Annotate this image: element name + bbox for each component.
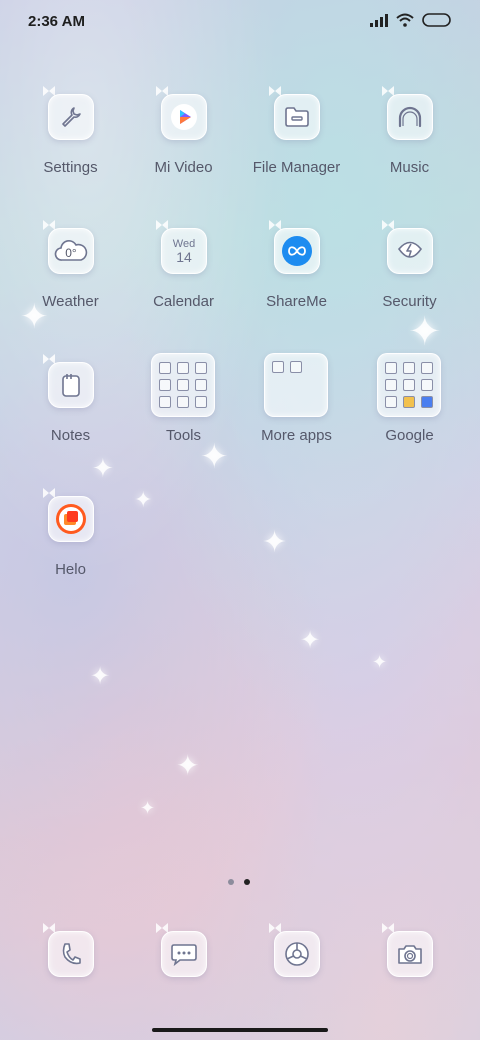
dock-messages[interactable] [127,922,240,992]
home-indicator[interactable] [152,1028,328,1032]
app-row: Notes Tools More apps Google [14,353,466,487]
app-shareme[interactable]: ShareMe [240,219,353,353]
app-settings[interactable]: Settings [14,85,127,219]
browser-icon [274,931,320,977]
helo-icon [48,496,94,542]
folder-more-apps[interactable]: More apps [240,353,353,487]
status-icons [370,12,452,32]
app-row: 0° Weather Wed 14 Calendar ShareMe Secur… [14,219,466,353]
folder-tools[interactable]: Tools [127,353,240,487]
sparkle-decoration: ✦ [90,662,111,690]
app-calendar[interactable]: Wed 14 Calendar [127,219,240,353]
app-notes[interactable]: Notes [14,353,127,487]
dock [14,922,466,992]
dock-phone[interactable] [14,922,127,992]
calendar-date: 14 [176,248,192,265]
page-indicator [228,879,250,885]
app-file-manager[interactable]: File Manager [240,85,353,219]
folder-preview [385,362,433,408]
sparkle-decoration: ✦ [176,749,200,782]
signal-icon [370,13,388,32]
infinity-icon [274,228,320,274]
app-label: Music [389,159,430,176]
headphones-icon [387,94,433,140]
app-label: Security [382,293,437,310]
calendar-day: Wed [172,237,196,250]
page-dot[interactable] [228,879,234,885]
status-time: 2:36 AM [28,13,85,30]
status-bar: 2:36 AM [0,0,480,44]
cloud-icon: 0° [48,228,94,274]
shield-bolt-icon [387,228,433,274]
folder-google[interactable]: Google [353,353,466,487]
phone-icon [48,931,94,977]
app-grid: Settings Mi Video File Manager Music 0° … [14,85,466,621]
notepad-icon [48,362,94,408]
battery-icon [422,12,452,32]
folder-icon [274,94,320,140]
app-weather[interactable]: 0° Weather [14,219,127,353]
folder-preview [159,362,207,408]
calendar-icon: Wed 14 [161,228,207,274]
app-label: Helo [55,561,86,578]
camera-icon [387,931,433,977]
sparkle-decoration: ✦ [372,652,388,673]
play-icon [161,94,207,140]
weather-temperature: 0° [65,246,77,260]
app-helo[interactable]: Helo [14,487,127,621]
folder-preview [272,361,320,373]
app-security[interactable]: Security [353,219,466,353]
folder-google-icon [377,353,441,417]
dock-camera[interactable] [353,922,466,992]
app-row: Helo [14,487,466,621]
sparkle-decoration: ✦ [140,798,156,819]
app-music[interactable]: Music [353,85,466,219]
message-icon [161,931,207,977]
app-mi-video[interactable]: Mi Video [127,85,240,219]
sparkle-decoration: ✦ [300,626,321,654]
dock-browser[interactable] [240,922,353,992]
wrench-icon [48,94,94,140]
folder-more-apps-icon [264,353,328,417]
wifi-icon [396,13,414,32]
folder-tools-icon [151,353,215,417]
app-row: Settings Mi Video File Manager Music [14,85,466,219]
page-dot-active[interactable] [244,879,250,885]
app-label: Google [385,427,434,444]
